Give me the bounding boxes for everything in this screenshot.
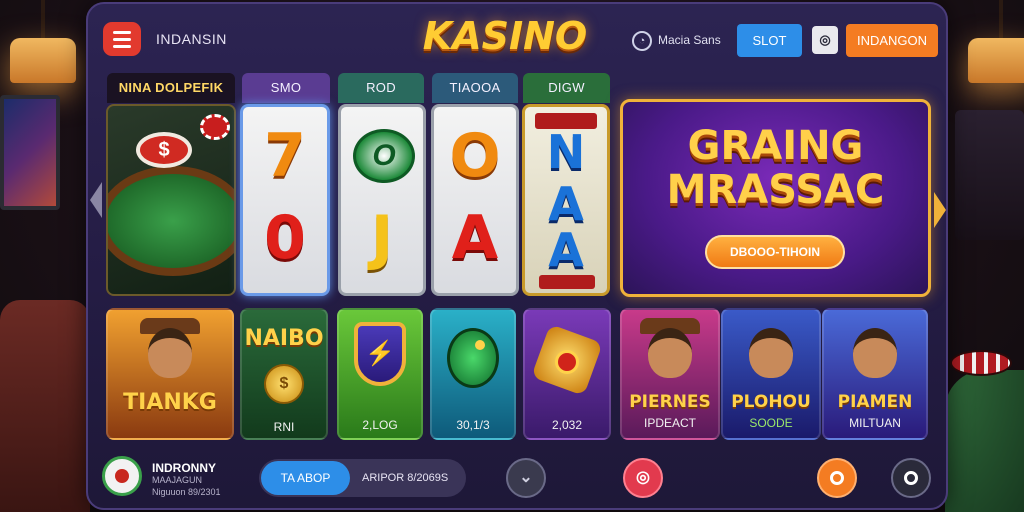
kasino-logo: KASINO <box>422 14 588 58</box>
footer-sub1: MAAJAGUN <box>152 475 203 485</box>
game-tile-shield[interactable]: ⚡ 2,LOG <box>337 308 423 440</box>
game-title: NAIBO <box>244 326 324 351</box>
category-tab-poker[interactable]: NINA DOLPEFIK <box>107 73 235 103</box>
game-subtitle: MILTUAN <box>849 416 901 430</box>
game-tile-plohou[interactable]: PLOHOU SOODE <box>721 308 821 440</box>
slot-reel-2[interactable]: O J <box>338 104 426 296</box>
background-chair <box>0 300 90 512</box>
login-button[interactable]: INDANGON <box>846 24 938 57</box>
record-icon[interactable]: ◎ <box>623 458 663 498</box>
sensor-icon[interactable]: ◔ <box>632 31 652 51</box>
game-title: PIERNES <box>629 392 711 412</box>
footer-sub2: Niguuon 89/2301 <box>152 487 221 497</box>
reel-symbol: A <box>451 203 499 273</box>
reel-tag <box>539 275 595 289</box>
game-tile-tiankg[interactable]: TIANKG <box>106 308 234 440</box>
background-slot-machine <box>955 110 1024 240</box>
poker-table-image <box>108 166 234 276</box>
game-subtitle: IPDEACT <box>643 416 696 430</box>
category-tab-rod[interactable]: ROD <box>338 73 424 103</box>
reel-symbol: J <box>370 203 394 273</box>
site-emblem-icon[interactable] <box>102 456 142 496</box>
background-chips <box>950 350 1012 376</box>
user-icon[interactable]: ◎ <box>812 26 838 54</box>
carousel-next-icon[interactable] <box>934 192 946 228</box>
reel-symbol: N <box>546 125 586 179</box>
background-table <box>945 370 1024 512</box>
footer-tab-active[interactable]: TA ABOP <box>261 461 350 495</box>
red-coin-icon <box>555 350 579 374</box>
category-tab-digw[interactable]: DIGW <box>523 73 610 103</box>
search-outline-icon[interactable] <box>891 458 931 498</box>
character-icon <box>648 328 692 378</box>
slot-button[interactable]: SLOT <box>737 24 802 57</box>
background-screen <box>0 95 60 210</box>
poker-game-tile[interactable]: $ <box>106 104 236 296</box>
game-subtitle: 2,LOG <box>362 418 398 432</box>
slot-reel-4[interactable]: N A A <box>522 104 610 296</box>
game-subtitle: RNI <box>273 420 295 434</box>
carousel-prev-icon[interactable] <box>90 182 102 218</box>
search-icon[interactable] <box>817 458 857 498</box>
chip-small-icon <box>200 114 230 140</box>
crocodile-icon <box>447 328 499 388</box>
menu-icon <box>113 30 131 34</box>
brand-text: INDANSIN <box>156 31 227 47</box>
game-subtitle: SOODE <box>749 416 793 430</box>
coin-icon: $ <box>264 364 304 404</box>
banner-cta-button[interactable]: DBOOO-TIHOIN <box>705 235 845 269</box>
reel-symbol: A <box>548 177 584 231</box>
menu-button[interactable] <box>103 22 141 56</box>
game-subtitle: 30,1/3 <box>456 418 490 432</box>
banner-title-line1: GRAING <box>687 123 864 169</box>
slot-reel-3[interactable]: O A <box>431 104 519 296</box>
game-title: PIAMEN <box>837 392 913 412</box>
game-title: TIANKG <box>123 390 217 415</box>
reel-symbol: 0 <box>264 203 306 273</box>
slot-reel-1[interactable]: 7 0 <box>240 104 330 296</box>
reel-symbol: O <box>449 121 501 191</box>
footer-tab-other[interactable]: ARIPOR 8/2069S <box>362 461 462 495</box>
category-tab-smo[interactable]: SMO <box>242 73 330 103</box>
character-icon <box>749 328 793 378</box>
game-tile-piernes[interactable]: PIERNES IPDEACT <box>620 308 720 440</box>
category-tab-tiaooa[interactable]: TIAOOA <box>432 73 518 103</box>
reel-symbol-badge: O <box>353 129 415 183</box>
chip-icon: $ <box>136 132 192 168</box>
chevron-down-icon[interactable]: ⌄ <box>506 458 546 498</box>
reel-symbol: 7 <box>264 121 306 191</box>
shield-icon: ⚡ <box>354 322 406 386</box>
game-tile-croc[interactable]: 30,1/3 <box>430 308 516 440</box>
character-icon <box>853 328 897 378</box>
character-icon <box>148 328 192 378</box>
banner-title-line2: MRASSAC <box>666 167 885 213</box>
croc-eye <box>475 340 485 350</box>
sensor-label[interactable]: Macia Sans <box>658 33 721 47</box>
game-title: PLOHOU <box>731 392 811 412</box>
game-tile-gold[interactable]: 2,032 <box>523 308 611 440</box>
footer-name: INDRONNY <box>152 461 217 475</box>
reel-symbol: A <box>548 223 584 277</box>
game-subtitle: 2,032 <box>551 418 583 432</box>
promo-banner[interactable]: GRAING MRASSAC DBOOO-TIHOIN <box>620 99 931 297</box>
game-tile-piamen[interactable]: PIAMEN MILTUAN <box>822 308 928 440</box>
game-tile-naibo[interactable]: NAIBO $ RNI <box>240 308 328 440</box>
hanging-lamp-left <box>8 0 78 85</box>
hanging-lamp-right <box>966 0 1024 85</box>
